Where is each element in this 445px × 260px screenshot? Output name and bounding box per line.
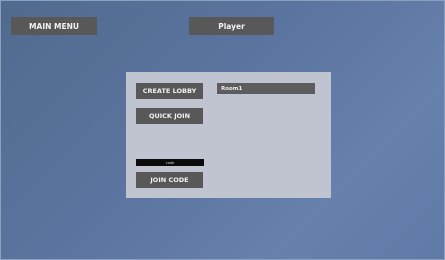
lobby-panel: CREATE LOBBY QUICK JOIN code JOIN CODE R… — [126, 72, 331, 198]
game-screen: MAIN MENU Player CREATE LOBBY QUICK JOIN… — [0, 0, 445, 260]
lobby-list-item[interactable]: Room1 — [217, 83, 315, 94]
join-code-button[interactable]: JOIN CODE — [136, 172, 203, 188]
player-name-label: Player — [189, 17, 274, 35]
main-menu-button[interactable]: MAIN MENU — [11, 17, 97, 35]
quick-join-button[interactable]: QUICK JOIN — [136, 108, 203, 124]
join-code-input[interactable]: code — [136, 159, 204, 166]
lobby-list: Room1 — [217, 83, 315, 94]
join-code-placeholder: code — [165, 160, 175, 165]
create-lobby-button[interactable]: CREATE LOBBY — [136, 83, 203, 99]
